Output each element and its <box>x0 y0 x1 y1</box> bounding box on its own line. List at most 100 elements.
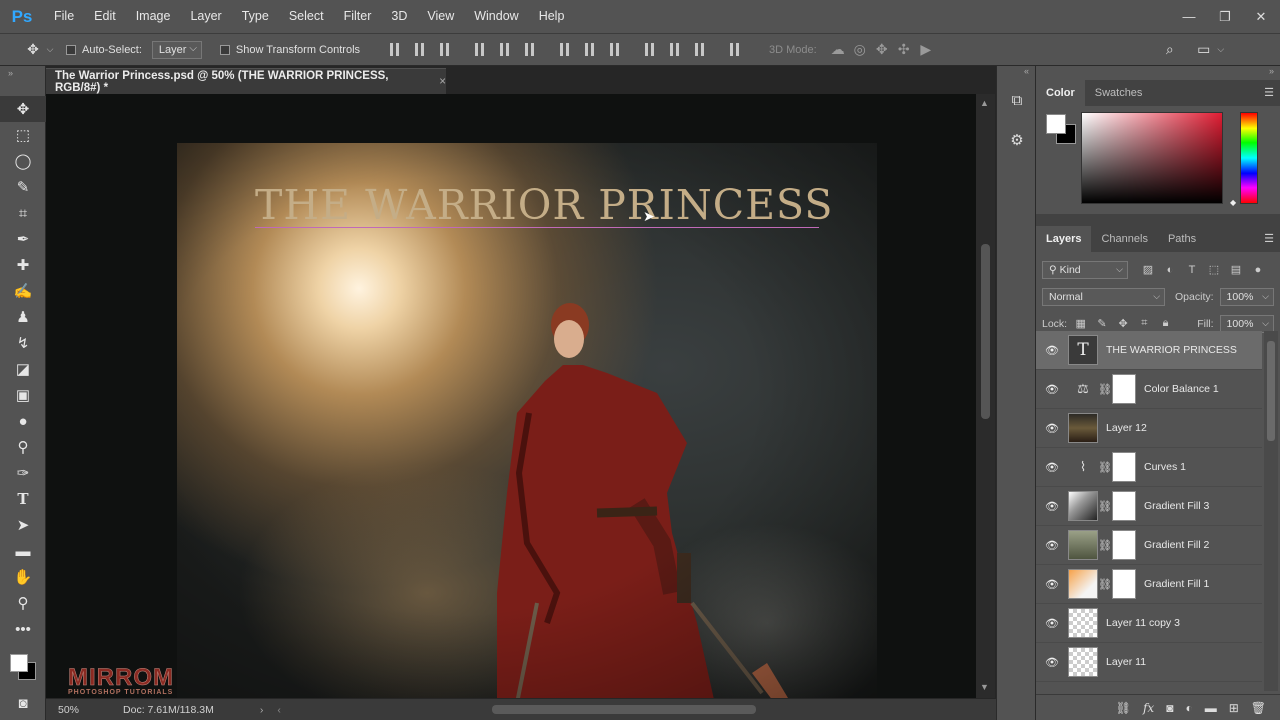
horizontal-scrollbar-thumb[interactable] <box>492 705 756 714</box>
distribute-vertical-center-icon[interactable] <box>583 43 597 56</box>
new-layer-icon[interactable]: ⊞ <box>1229 701 1239 715</box>
search-icon[interactable]: ⌕ <box>1159 41 1181 58</box>
layers-panel-menu-icon[interactable]: ☰ <box>1264 232 1274 245</box>
gradient-tool-icon[interactable]: ▣ <box>0 382 46 408</box>
tab-color[interactable]: Color <box>1036 80 1085 106</box>
move-tool-icon[interactable]: ✥ <box>0 96 46 122</box>
layer-row[interactable]: 👁︎ ⛓ Gradient Fill 3 <box>1036 487 1262 526</box>
distribute-horizontal-center-icon[interactable] <box>668 43 682 56</box>
quick-select-tool-icon[interactable]: ✎ <box>0 174 46 200</box>
new-group-icon[interactable]: ▬ <box>1205 701 1217 715</box>
align-right-icon[interactable] <box>523 43 537 56</box>
document-tab-close-icon[interactable]: × <box>439 76 446 88</box>
distribute-left-icon[interactable] <box>643 43 657 56</box>
layer-style-icon[interactable]: fx <box>1143 701 1154 715</box>
visibility-eye-icon[interactable]: 👁︎ <box>1036 383 1068 396</box>
auto-select-toggle[interactable]: Auto-Select: <box>66 44 142 56</box>
menu-image[interactable]: Image <box>126 0 181 33</box>
layer-row[interactable]: 👁︎ Layer 11 copy 3 <box>1036 604 1262 643</box>
maximize-button[interactable]: ❐ <box>1216 8 1234 26</box>
lock-position-icon[interactable]: ✥ <box>1116 317 1131 330</box>
3d-scale-icon[interactable]: ▶ <box>915 41 937 58</box>
adjustment-layer-icon[interactable]: ◐ <box>1185 701 1192 715</box>
menu-help[interactable]: Help <box>529 0 575 33</box>
show-transform-toggle[interactable]: Show Transform Controls <box>219 44 360 56</box>
menu-filter[interactable]: Filter <box>334 0 382 33</box>
visibility-eye-icon[interactable]: 👁︎ <box>1036 461 1068 474</box>
menu-edit[interactable]: Edit <box>84 0 126 33</box>
layer-name[interactable]: Gradient Fill 1 <box>1144 578 1209 590</box>
visibility-eye-icon[interactable]: 👁︎ <box>1036 422 1068 435</box>
tab-channels[interactable]: Channels <box>1091 226 1157 252</box>
workspace-icon[interactable]: ▭ <box>1193 41 1215 58</box>
menu-layer[interactable]: Layer <box>180 0 231 33</box>
distribute-bottom-icon[interactable] <box>608 43 622 56</box>
layer-name[interactable]: Color Balance 1 <box>1144 383 1219 395</box>
menu-window[interactable]: Window <box>464 0 528 33</box>
layer-row[interactable]: 👁︎ Layer 12 <box>1036 409 1262 448</box>
align-left-icon[interactable] <box>473 43 487 56</box>
lock-image-icon[interactable]: ✎ <box>1094 317 1109 330</box>
minimize-button[interactable]: — <box>1180 8 1198 26</box>
hand-tool-icon[interactable]: ✋ <box>0 564 46 590</box>
pen-tool-icon[interactable]: ✑ <box>0 460 46 486</box>
layer-name[interactable]: THE WARRIOR PRINCESS <box>1106 344 1237 356</box>
tab-paths[interactable]: Paths <box>1158 226 1206 252</box>
crop-tool-icon[interactable]: ⌗ <box>0 200 46 226</box>
layer-row[interactable]: 👁︎ ⛓ Gradient Fill 2 <box>1036 526 1262 565</box>
clone-stamp-tool-icon[interactable]: ♟ <box>0 304 46 330</box>
foreground-color-swatch[interactable] <box>10 654 28 672</box>
lasso-tool-icon[interactable]: ◯ <box>0 148 46 174</box>
history-brush-tool-icon[interactable]: ↯ <box>0 330 46 356</box>
scroll-down-icon[interactable]: ▼ <box>980 682 989 692</box>
distribute-right-icon[interactable] <box>693 43 707 56</box>
layer-mask-thumbnail[interactable] <box>1112 374 1136 404</box>
document-canvas-area[interactable]: THE WARRIOR PRINCESS ➤ <box>46 94 976 698</box>
auto-select-checkbox[interactable] <box>66 44 76 55</box>
properties-panel-icon[interactable]: ⚙ <box>997 120 1037 160</box>
filter-adjustment-icon[interactable]: ◐ <box>1162 264 1178 276</box>
menu-file[interactable]: File <box>44 0 84 33</box>
scroll-up-icon[interactable]: ▲ <box>980 98 989 108</box>
mask-link-icon[interactable]: ⛓ <box>1098 539 1112 552</box>
layer-name[interactable]: Layer 11 <box>1106 656 1146 668</box>
rectangle-tool-icon[interactable]: ▬ <box>0 538 46 564</box>
menu-type[interactable]: Type <box>232 0 279 33</box>
menu-view[interactable]: View <box>417 0 464 33</box>
layer-mask-thumbnail[interactable] <box>1112 530 1136 560</box>
blur-tool-icon[interactable]: ● <box>0 408 46 434</box>
document-tab[interactable]: The Warrior Princess.psd @ 50% (THE WARR… <box>46 68 446 94</box>
align-horizontal-center-icon[interactable] <box>498 43 512 56</box>
mask-link-icon[interactable]: ⛓ <box>1098 461 1112 474</box>
lock-artboard-icon[interactable]: ⌗ <box>1137 317 1152 330</box>
layer-row[interactable]: 👁︎ ⛓ Gradient Fill 1 <box>1036 565 1262 604</box>
close-button[interactable]: ✕ <box>1252 8 1270 26</box>
layer-mask-thumbnail[interactable] <box>1112 569 1136 599</box>
marquee-tool-icon[interactable]: ⬚ <box>0 122 46 148</box>
layer-mask-thumbnail[interactable] <box>1112 452 1136 482</box>
type-tool-icon[interactable]: T <box>0 486 46 512</box>
layer-row[interactable]: 👁︎ Layer 11 <box>1036 643 1262 682</box>
menu-select[interactable]: Select <box>279 0 334 33</box>
fill-input[interactable]: 100% <box>1219 314 1274 333</box>
canvas-title-text[interactable]: THE WARRIOR PRINCESS <box>255 181 833 229</box>
document-canvas[interactable]: THE WARRIOR PRINCESS ➤ <box>177 143 877 698</box>
history-panel-icon[interactable]: ⧉ <box>997 80 1037 120</box>
vertical-scrollbar[interactable]: ▲ ▼ <box>976 94 995 698</box>
visibility-eye-icon[interactable]: 👁︎ <box>1036 344 1068 357</box>
tab-swatches[interactable]: Swatches <box>1085 80 1153 106</box>
lock-all-icon[interactable]: 🔒︎ <box>1158 317 1173 330</box>
blend-mode-dropdown[interactable]: Normal <box>1042 287 1166 306</box>
dock-expand-icon[interactable]: « <box>997 66 1035 80</box>
move-tool-icon[interactable]: ✥ <box>22 41 44 58</box>
healing-brush-tool-icon[interactable]: ✚ <box>0 252 46 278</box>
3d-orbit-icon[interactable]: ☁ <box>827 41 849 58</box>
3d-roll-icon[interactable]: ◎ <box>849 41 871 58</box>
layer-mask-thumbnail[interactable] <box>1112 491 1136 521</box>
menu-3d[interactable]: 3D <box>381 0 417 33</box>
scroll-left-icon[interactable]: ‹ <box>277 704 281 716</box>
filter-shape-icon[interactable]: ⬚ <box>1206 263 1222 276</box>
foreground-color-swatch[interactable] <box>1046 114 1066 134</box>
auto-align-icon[interactable] <box>728 43 742 56</box>
color-panel-menu-icon[interactable]: ☰ <box>1264 86 1274 99</box>
